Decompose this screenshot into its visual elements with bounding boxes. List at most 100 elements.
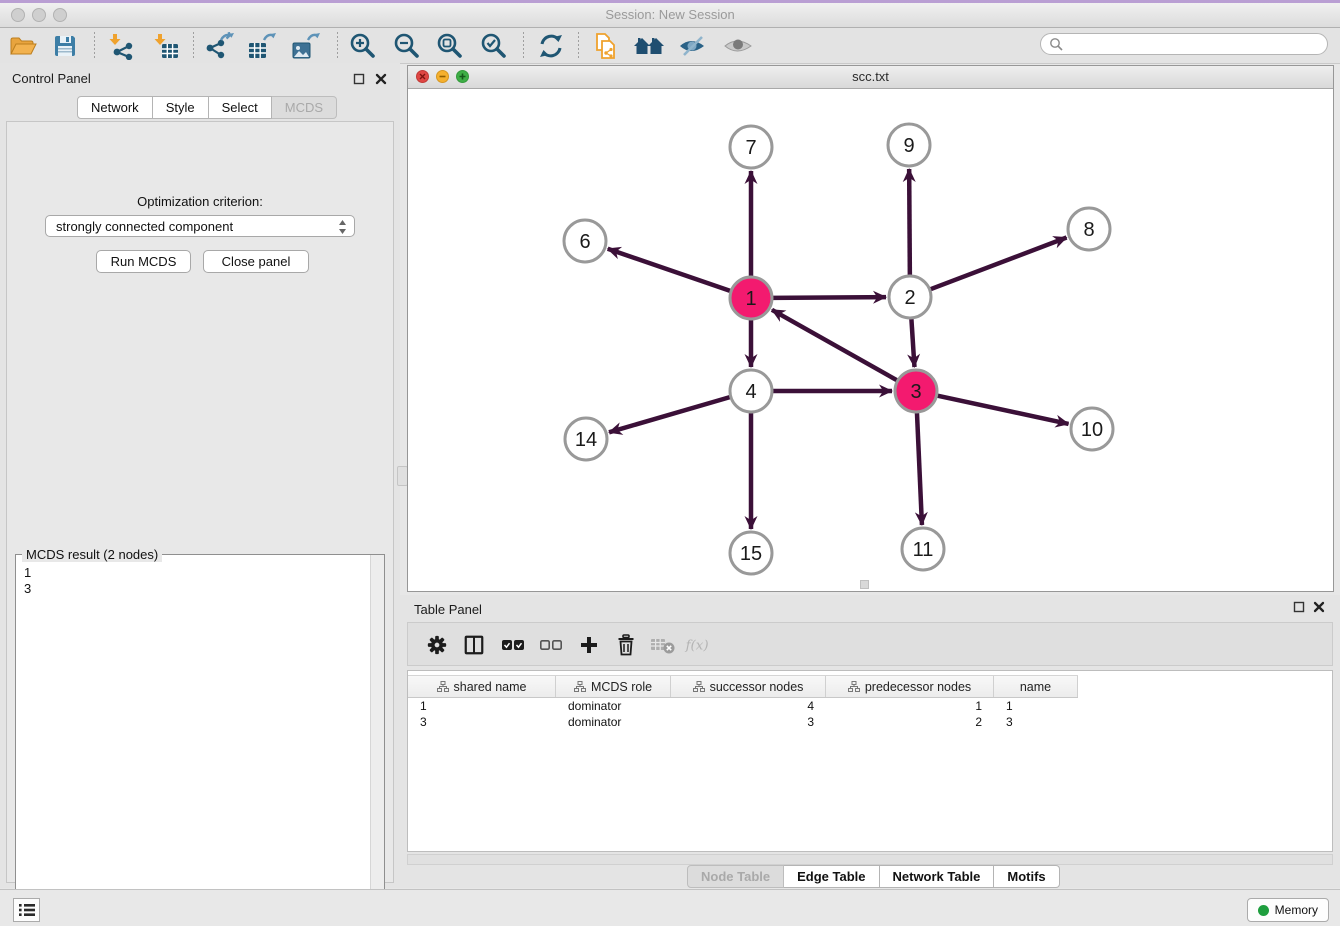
close-panel-icon[interactable] [375, 72, 388, 85]
select-all-icon[interactable] [498, 630, 528, 660]
window-controls[interactable] [11, 8, 74, 27]
cell-name[interactable]: 3 [994, 714, 1078, 730]
cell-shared-name[interactable]: 3 [408, 714, 556, 730]
run-mcds-button[interactable]: Run MCDS [96, 250, 191, 273]
toolbar-separator [193, 32, 194, 58]
minimize-window-icon[interactable] [32, 8, 46, 22]
close-table-panel-icon[interactable] [1313, 600, 1326, 613]
export-network-icon[interactable] [203, 30, 235, 62]
toolbar-separator [94, 32, 95, 58]
home-icon[interactable] [633, 30, 665, 62]
columns-icon[interactable] [459, 630, 489, 660]
add-column-icon[interactable] [574, 630, 604, 660]
mcds-result-list[interactable]: 1 3 [24, 565, 31, 597]
column-header[interactable]: MCDS role [556, 676, 671, 697]
graph-edge-1-2[interactable] [773, 297, 886, 298]
tab-motifs[interactable]: Motifs [994, 865, 1059, 888]
column-header[interactable]: predecessor nodes [826, 676, 994, 697]
criterion-select[interactable]: strongly connected component [45, 215, 355, 237]
open-folder-icon[interactable] [7, 30, 39, 62]
save-icon[interactable] [49, 30, 81, 62]
result-scrollbar[interactable] [370, 555, 384, 926]
export-image-icon[interactable] [290, 30, 322, 62]
control-panel: Control Panel Network Style Select MCDS … [0, 63, 400, 888]
graph-node-label: 14 [575, 429, 597, 451]
search-input[interactable] [1063, 36, 1307, 52]
float-panel-icon[interactable] [353, 72, 366, 85]
refresh-icon[interactable] [535, 30, 567, 62]
copy-network-icon[interactable] [590, 30, 622, 62]
tab-node-table[interactable]: Node Table [687, 865, 784, 888]
graph-node-label: 9 [903, 135, 914, 157]
hide-selected-icon[interactable] [677, 30, 709, 62]
graph-edge-3-1[interactable] [772, 310, 897, 380]
tab-network[interactable]: Network [77, 96, 153, 119]
toolbar-separator [578, 32, 579, 58]
titlebar: Session: New Session [0, 3, 1340, 28]
close-panel-button[interactable]: Close panel [203, 250, 309, 273]
table-row[interactable]: 1 dominator 4 1 1 [408, 698, 1078, 714]
float-table-panel-icon[interactable] [1293, 600, 1306, 613]
task-history-button[interactable] [13, 898, 40, 922]
cell-successor-nodes[interactable]: 3 [671, 714, 826, 730]
export-table-icon[interactable] [246, 30, 278, 62]
minimize-view-icon[interactable] [436, 70, 449, 83]
table-row[interactable]: 3 dominator 3 2 3 [408, 714, 1078, 730]
tab-mcds[interactable]: MCDS [272, 96, 337, 119]
memory-button[interactable]: Memory [1247, 898, 1329, 922]
close-window-icon[interactable] [11, 8, 25, 22]
graph-edge-3-11[interactable] [917, 413, 922, 525]
network-view-window: scc.txt 7968124314101511 [407, 65, 1334, 592]
table-hscrollbar[interactable] [407, 854, 1333, 865]
search-field[interactable] [1040, 33, 1328, 55]
cell-mcds-role[interactable]: dominator [556, 714, 671, 730]
tab-network-table[interactable]: Network Table [880, 865, 995, 888]
graph-node-label: 15 [740, 543, 762, 565]
maximize-view-icon[interactable] [456, 70, 469, 83]
graph-edge-3-10[interactable] [938, 396, 1069, 424]
column-header[interactable]: shared name [408, 676, 556, 697]
delete-icon[interactable] [611, 630, 641, 660]
network-window-controls[interactable] [416, 70, 469, 83]
graph-edge-1-6[interactable] [608, 249, 730, 291]
cell-predecessor-nodes[interactable]: 1 [826, 698, 994, 714]
gear-icon[interactable] [422, 630, 452, 660]
graph-node-label: 3 [910, 381, 921, 403]
zoom-selected-icon[interactable] [478, 30, 510, 62]
cell-mcds-role[interactable]: dominator [556, 698, 671, 714]
column-header[interactable]: name [994, 676, 1078, 697]
graph-edge-2-8[interactable] [931, 238, 1067, 290]
graph-node-label: 6 [579, 231, 590, 253]
function-builder-icon: f(x) [684, 630, 714, 660]
zoom-fit-icon[interactable] [434, 30, 466, 62]
close-view-icon[interactable] [416, 70, 429, 83]
zoom-out-icon[interactable] [391, 30, 423, 62]
table-panel-title: Table Panel [414, 602, 482, 617]
network-graph-canvas[interactable]: 7968124314101511 [408, 89, 1333, 591]
graph-edge-2-9[interactable] [909, 169, 910, 275]
cell-shared-name[interactable]: 1 [408, 698, 556, 714]
mcds-result-box: MCDS result (2 nodes) 1 3 [15, 554, 385, 926]
graph-edge-4-14[interactable] [609, 397, 730, 432]
deselect-all-icon[interactable] [536, 630, 566, 660]
table-panel: Table Panel [400, 595, 1340, 888]
import-network-icon[interactable] [105, 30, 137, 62]
view-resize-handle[interactable] [860, 580, 869, 589]
tab-select[interactable]: Select [209, 96, 272, 119]
toolbar-separator [523, 32, 524, 58]
main-toolbar [0, 28, 1340, 64]
hierarchy-icon [848, 681, 860, 692]
column-header[interactable]: successor nodes [671, 676, 826, 697]
network-window-titlebar[interactable]: scc.txt [408, 66, 1333, 89]
cell-name[interactable]: 1 [994, 698, 1078, 714]
cell-predecessor-nodes[interactable]: 2 [826, 714, 994, 730]
delete-table-icon[interactable] [648, 630, 678, 660]
zoom-window-icon[interactable] [53, 8, 67, 22]
import-table-icon[interactable] [150, 30, 182, 62]
graph-edge-2-3[interactable] [911, 319, 914, 367]
show-all-icon[interactable] [722, 30, 754, 62]
tab-edge-table[interactable]: Edge Table [784, 865, 879, 888]
zoom-in-icon[interactable] [347, 30, 379, 62]
cell-successor-nodes[interactable]: 4 [671, 698, 826, 714]
tab-style[interactable]: Style [153, 96, 209, 119]
